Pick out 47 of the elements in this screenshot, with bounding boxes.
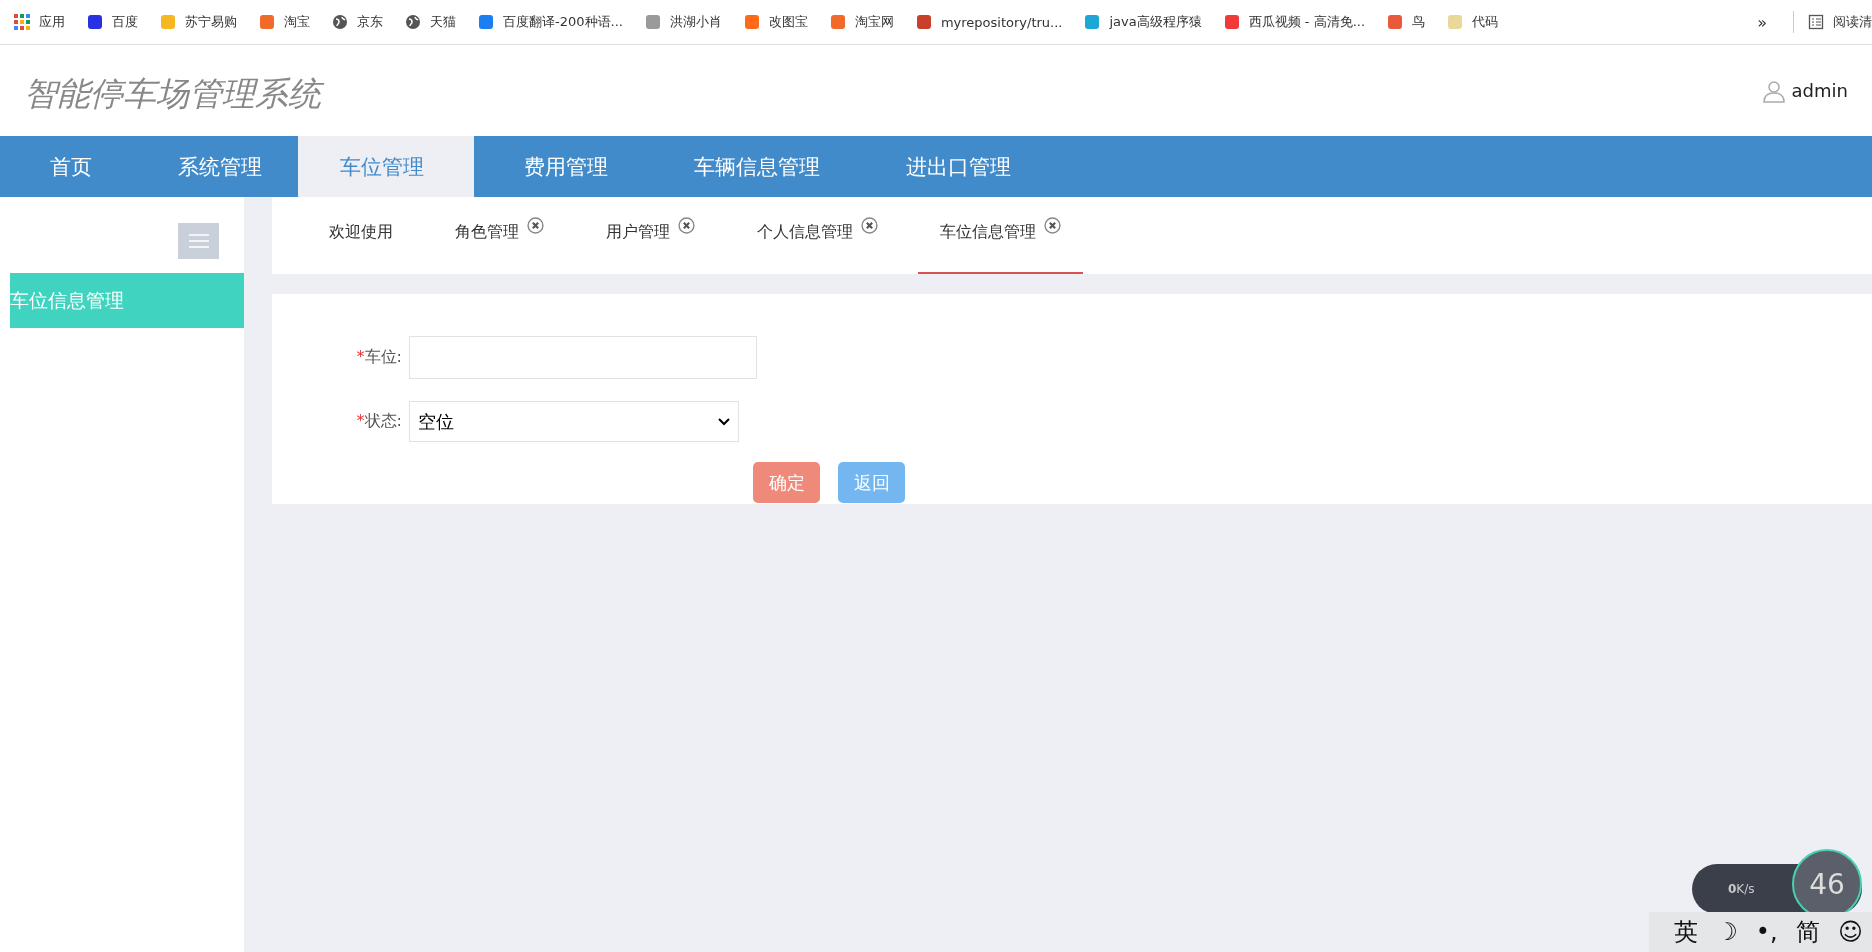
bookmark-link[interactable]: 洪湖小肖 (644, 13, 722, 31)
close-icon[interactable] (678, 217, 695, 234)
bookmark-link[interactable]: myrepository/tru... (915, 13, 1063, 31)
ime-button[interactable]: •, (1755, 920, 1778, 944)
page-tab[interactable]: 个人信息管理 (735, 197, 900, 274)
bookmark-link[interactable]: 淘宝网 (829, 13, 894, 31)
more-bookmarks-button[interactable]: » (1757, 12, 1767, 32)
bookmark-link[interactable]: 西瓜视频 - 高清免... (1223, 13, 1366, 31)
bookmark-link[interactable]: 淘宝 (259, 13, 310, 31)
bookmark-link[interactable]: 苏宁易购 (160, 13, 237, 31)
page-tab[interactable]: 角色管理 (433, 197, 566, 274)
nav-tab[interactable]: 车辆信息管理 (644, 136, 856, 197)
field-label: 状态: (364, 411, 402, 432)
close-icon[interactable] (527, 217, 544, 234)
input-field[interactable] (409, 336, 757, 379)
bookmark-link[interactable]: 天猫 (405, 13, 456, 31)
ime-button[interactable]: 英 (1674, 920, 1699, 944)
ime-button[interactable]: ☽ (1716, 920, 1738, 944)
required-mark: * (356, 411, 365, 432)
close-icon[interactable] (861, 217, 878, 234)
ime-button[interactable]: 简 (1795, 920, 1820, 944)
select-field[interactable]: 空位 (409, 401, 739, 442)
list-icon (1808, 14, 1824, 30)
nav-tab[interactable]: 首页 (0, 136, 128, 197)
page-tab[interactable]: 用户管理 (584, 197, 717, 274)
close-icon[interactable] (1044, 217, 1061, 234)
reading-list-button[interactable]: 阅读清 (1808, 13, 1872, 31)
bookmark-link[interactable]: 鸟 (1387, 13, 1426, 31)
nav-tab[interactable]: 系统管理 (128, 136, 298, 197)
field-label: 车位: (364, 347, 402, 368)
required-mark: * (356, 347, 365, 368)
menu-icon (188, 234, 209, 248)
ime-button[interactable]: ☺ (1837, 920, 1863, 944)
user-link[interactable]: admin (1761, 77, 1848, 104)
bookmark-link[interactable]: 代码 (1447, 13, 1499, 31)
nav-tab[interactable]: 进出口管理 (856, 136, 1047, 197)
bookmark-link[interactable]: 百度 (87, 13, 138, 31)
bookmark-link[interactable]: 百度翻译-200种语... (478, 13, 623, 31)
speed-reading: 0K/s (1728, 882, 1755, 896)
bookmark-link[interactable]: 应用 (14, 13, 65, 31)
page-tab[interactable]: 欢迎使用 (307, 197, 415, 274)
bookmark-link[interactable]: 改图宝 (743, 13, 808, 31)
bookmark-link[interactable]: 京东 (332, 13, 383, 31)
bookmark-link[interactable]: java高级程序猿 (1084, 13, 1202, 31)
page-tab[interactable]: 车位信息管理 (918, 197, 1083, 274)
chevron-down-icon (718, 417, 730, 426)
nav-tab[interactable]: 费用管理 (474, 136, 644, 197)
